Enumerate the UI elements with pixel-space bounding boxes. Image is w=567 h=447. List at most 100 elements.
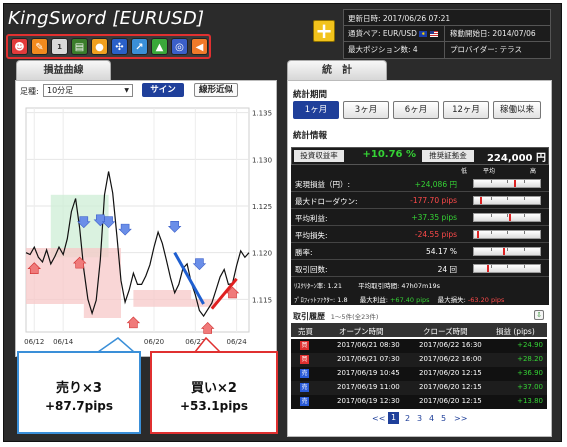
trade-pl: +36.90: [517, 369, 543, 377]
stat-row: 平均利益: +37.35 pips: [291, 210, 549, 226]
table-row[interactable]: 買 2017/06/21 07:30 2017/06/22 16:00 +28.20: [291, 353, 547, 367]
stat-value: 54.17 %: [426, 247, 457, 256]
stat-value: +37.35 pips: [411, 213, 457, 222]
profit-factor-label: ﾌﾟﾛﾌｨｯﾄﾌｧｸﾀｰ:: [294, 296, 336, 304]
y-tick-label: 1.115: [252, 296, 272, 304]
sell-callout-title: 売り×3: [56, 381, 102, 396]
max-profit-value: +67.40 pips: [389, 296, 430, 304]
margin-value: 224,000 円: [486, 153, 546, 164]
max-loss-label: 最大損失:: [437, 296, 466, 304]
stat-rank-tick: [524, 265, 525, 268]
trade-side-badge: 売: [300, 383, 309, 392]
buy-position-region: [133, 290, 192, 307]
tab-statistics[interactable]: 統 計: [287, 60, 387, 80]
pagination-next[interactable]: >>: [454, 414, 467, 423]
trade-side-badge: 売: [300, 397, 309, 406]
stat-rank-tick: [507, 248, 508, 251]
linear-fit-button[interactable]: 線形近似: [194, 83, 238, 97]
pagination-page-2[interactable]: 2: [405, 414, 410, 423]
stat-rank-tick: [524, 180, 525, 183]
max-loss-value: -63.20 pips: [467, 296, 505, 304]
stat-rank-marker: [487, 265, 489, 272]
extra-row-1: ﾘｽｸﾘﾀｰﾝ率: 1.21 平均取引時間: 47h07m19s: [294, 280, 440, 290]
sign-button[interactable]: サイン: [142, 83, 184, 97]
buy-callout-title: 買い×2: [191, 381, 237, 396]
table-row[interactable]: 売 2017/06/19 10:45 2017/06/20 12:15 +36.90: [291, 367, 547, 381]
buy-callout-value: +53.1pips: [179, 399, 249, 413]
add-button[interactable]: +: [313, 20, 335, 42]
table-row[interactable]: 売 2017/06/19 12:30 2017/06/20 12:15 +13.80: [291, 395, 547, 409]
stat-rank-bar: [473, 179, 541, 188]
chevron-down-icon: ▼: [124, 87, 129, 94]
trade-pl: +24.90: [517, 341, 543, 349]
table-row[interactable]: 売 2017/06/19 11:00 2017/06/20 12:15 +37.00: [291, 381, 547, 395]
scale-high: 高: [530, 168, 537, 175]
stat-rank-bar: [473, 230, 541, 239]
pagination-page-1[interactable]: 1: [388, 412, 399, 424]
scale-low: 低: [461, 168, 468, 175]
trade-close-time: 2017/06/22 16:00: [419, 355, 482, 363]
info-panel: 更新日時: 2017/06/26 07:21 通貨ペア: EUR/USD ✱ 稼…: [343, 9, 551, 59]
medal-icon[interactable]: ●: [91, 38, 108, 55]
chart-up-icon[interactable]: ↗: [131, 38, 148, 55]
table-row[interactable]: 買 2017/06/21 08:30 2017/06/22 16:30 +24.90: [291, 339, 547, 353]
period-12m-button[interactable]: 12ヶ月: [443, 101, 489, 119]
book-icon[interactable]: ▤: [71, 38, 88, 55]
period-all-button[interactable]: 稼働以来: [493, 101, 541, 119]
stat-rank-bar: [473, 264, 541, 273]
target-icon[interactable]: ◎: [171, 38, 188, 55]
period-3m-button[interactable]: 3ヶ月: [343, 101, 389, 119]
stat-rank-marker: [480, 197, 482, 204]
scale-mid: 平均: [483, 168, 496, 175]
period-1m-button[interactable]: 1ヶ月: [293, 101, 339, 119]
stats-info-title: 統計情報: [293, 131, 328, 141]
trade-open-time: 2017/06/19 11:00: [337, 383, 400, 391]
x-tick-label: 06/14: [53, 338, 74, 346]
us-flag-icon: [429, 31, 438, 37]
trade-close-time: 2017/06/20 12:15: [419, 369, 482, 377]
avg-time-value: 47h07m19s: [401, 282, 441, 290]
profit-factor-value: 1.8: [337, 296, 348, 304]
stat-label: 実現損益（円）:: [295, 180, 351, 189]
history-export-icon[interactable]: ⇩: [534, 310, 544, 320]
timeframe-label: 足種:: [20, 87, 39, 96]
top-rank-icon[interactable]: 1: [51, 38, 68, 55]
tab-profit-curve[interactable]: 損益曲線: [16, 60, 111, 80]
pair-value: EUR/USD: [382, 29, 417, 38]
pagination-page-5[interactable]: 5: [441, 414, 446, 423]
icon-toolbar: ☻ ✎ 1 ▤ ● ✣ ↗ ▲ ◎ ◀: [6, 34, 211, 59]
stat-rank-tick: [491, 197, 492, 200]
maxpos-value: 4: [412, 45, 418, 54]
risk-return-label: ﾘｽｸﾘﾀｰﾝ率:: [294, 282, 326, 290]
pagination: << 1 2 3 4 5 >>: [372, 412, 472, 426]
trade-side-badge: 買: [300, 341, 309, 350]
smile-icon[interactable]: ☻: [11, 38, 28, 55]
pagination-page-4[interactable]: 4: [429, 414, 434, 423]
pencil-icon[interactable]: ✎: [31, 38, 48, 55]
provider-value: テラス: [499, 45, 522, 54]
y-tick-label: 1.130: [252, 156, 272, 164]
updated-value: 2017/06/26 07:21: [382, 14, 451, 23]
stat-row: 平均損失: -24.55 pips: [291, 227, 549, 243]
megaphone-icon[interactable]: ◀: [191, 38, 208, 55]
stat-rank-tick: [491, 214, 492, 217]
stat-rank-tick: [524, 197, 525, 200]
roi-value: +10.76 %: [362, 149, 416, 160]
timeframe-select[interactable]: 10分足 ▼: [43, 84, 133, 97]
risk-return-value: 1.21: [327, 282, 343, 290]
stat-rank-marker: [509, 214, 511, 221]
pair-label: 通貨ペア:: [348, 29, 381, 38]
pagination-prev[interactable]: <<: [372, 414, 385, 423]
period-6m-button[interactable]: 6ヶ月: [393, 101, 439, 119]
max-profit-label: 最大利益:: [359, 296, 388, 304]
stat-rank-bar: [473, 247, 541, 256]
pagination-page-3[interactable]: 3: [417, 414, 422, 423]
network-icon[interactable]: ✣: [111, 38, 128, 55]
history-header: 売買 オープン時間 クローズ時間 損益 (pips): [291, 323, 547, 337]
stat-value: -177.70 pips: [410, 196, 457, 205]
sell-summary-callout: 売り×3 +87.7pips: [17, 351, 141, 434]
margin-label: 推奨証拠金: [422, 150, 474, 162]
profit-chart: 1.135 1.130 1.125 1.120 1.115 06/12 06/14 06/20…: [24, 107, 272, 346]
app-title: KingSword [EURUSD]: [8, 8, 205, 29]
arrow-up-icon[interactable]: ▲: [151, 38, 168, 55]
